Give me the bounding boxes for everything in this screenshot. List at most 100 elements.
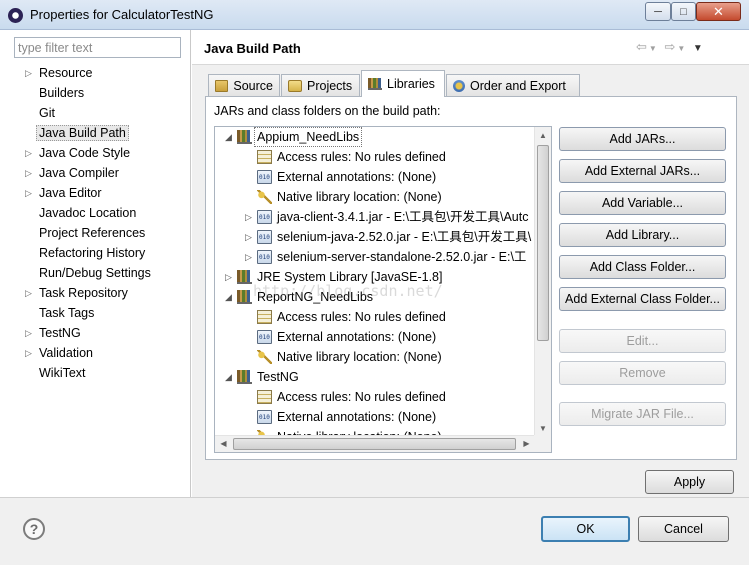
add-library-button[interactable]: Add Library... — [559, 223, 726, 247]
pref-item-javadoc-location[interactable]: Javadoc Location — [0, 203, 191, 223]
library-tree-row-label: Appium_NeedLibs — [254, 127, 363, 147]
expand-arrow-icon[interactable]: ▷ — [25, 163, 35, 183]
tab-order-and-export[interactable]: Order and Export — [446, 74, 580, 96]
access-rules-icon — [257, 150, 272, 164]
horizontal-scrollbar[interactable]: ◀ ▶ — [215, 435, 535, 452]
library-tree-row[interactable]: ▷ selenium-java-2.52.0.jar - E:\工具包\开发工具\ — [215, 227, 535, 247]
add-external-jars-button[interactable]: Add External JARs... — [559, 159, 726, 183]
page-navigation: ⇦▼ ⇨▼ ▼ — [636, 39, 705, 55]
library-tree-row-label: Access rules: No rules defined — [277, 150, 446, 164]
library-icon — [237, 270, 252, 284]
library-tree-row[interactable]: ▷ JRE System Library [JavaSE-1.8] — [215, 267, 535, 287]
apply-button[interactable]: Apply — [645, 470, 734, 494]
tab-projects[interactable]: Projects — [281, 74, 360, 96]
library-tree-row[interactable]: ◢ ReportNG_NeedLibs — [215, 287, 535, 307]
pref-item-refactoring-history[interactable]: Refactoring History — [0, 243, 191, 263]
remove-button[interactable]: Remove — [559, 361, 726, 385]
migrate-jar-file-button[interactable]: Migrate JAR File... — [559, 402, 726, 426]
library-tree-row[interactable]: Native library location: (None) — [215, 347, 535, 367]
pref-item-run-debug-settings[interactable]: Run/Debug Settings — [0, 263, 191, 283]
pref-item-builders[interactable]: Builders — [0, 83, 191, 103]
add-class-folder-button[interactable]: Add Class Folder... — [559, 255, 726, 279]
add-external-class-folder-button[interactable]: Add External Class Folder... — [559, 287, 726, 311]
pref-item-label: Java Code Style — [39, 146, 131, 160]
close-button[interactable]: ✕ — [696, 2, 741, 21]
view-menu-icon[interactable]: ▼ — [693, 43, 705, 54]
expand-arrow-icon[interactable]: ▷ — [245, 227, 255, 247]
library-tree-row[interactable]: External annotations: (None) — [215, 407, 535, 427]
pref-item-label: Task Repository — [39, 286, 128, 300]
ok-button[interactable]: OK — [541, 516, 630, 542]
expand-arrow-icon[interactable]: ▷ — [25, 183, 35, 203]
library-tree-row-label: java-client-3.4.1.jar - E:\工具包\开发工具\Autc — [277, 210, 529, 224]
forward-dropdown-icon[interactable]: ▼ — [677, 44, 687, 53]
expand-arrow-icon[interactable]: ▷ — [25, 143, 35, 163]
collapse-arrow-icon[interactable]: ◢ — [225, 367, 235, 387]
back-dropdown-icon[interactable]: ▼ — [649, 44, 659, 53]
page-header: Java Build Path ⇦▼ ⇨▼ ▼ — [192, 30, 749, 65]
pref-item-testng[interactable]: ▷ TestNG — [0, 323, 191, 343]
add-variable-button[interactable]: Add Variable... — [559, 191, 726, 215]
scroll-left-icon[interactable]: ◀ — [215, 436, 232, 452]
library-tree-row[interactable]: External annotations: (None) — [215, 327, 535, 347]
library-tree-row-label: Access rules: No rules defined — [277, 390, 446, 404]
library-tree-row-label: selenium-server-standalone-2.52.0.jar - … — [277, 250, 527, 264]
library-tree-row[interactable]: Access rules: No rules defined — [215, 387, 535, 407]
pref-item-label: Git — [39, 106, 55, 120]
library-tree-row[interactable]: ◢ TestNG — [215, 367, 535, 387]
jar-icon — [257, 230, 272, 244]
pref-item-java-build-path[interactable]: Java Build Path — [0, 123, 191, 143]
library-tree-row[interactable]: ▷ java-client-3.4.1.jar - E:\工具包\开发工具\Aut… — [215, 207, 535, 227]
pref-item-task-tags[interactable]: Task Tags — [0, 303, 191, 323]
expand-arrow-icon[interactable]: ▷ — [25, 343, 35, 363]
tab-libraries[interactable]: Libraries — [361, 70, 445, 97]
library-tree-row[interactable]: Access rules: No rules defined — [215, 147, 535, 167]
library-icon — [237, 130, 252, 144]
library-tree-row[interactable]: ◢ Appium_NeedLibs — [215, 127, 535, 147]
pref-item-validation[interactable]: ▷ Validation — [0, 343, 191, 363]
collapse-arrow-icon[interactable]: ◢ — [225, 287, 235, 307]
library-tree-row[interactable]: ▷ selenium-server-standalone-2.52.0.jar -… — [215, 247, 535, 267]
pref-item-java-compiler[interactable]: ▷ Java Compiler — [0, 163, 191, 183]
add-jars-button[interactable]: Add JARs... — [559, 127, 726, 151]
pref-item-label: Javadoc Location — [39, 206, 137, 220]
collapse-arrow-icon[interactable]: ◢ — [225, 127, 235, 147]
pref-item-wikitext[interactable]: WikiText — [0, 363, 191, 383]
back-arrow-icon[interactable]: ⇦ — [636, 39, 649, 55]
pref-item-java-editor[interactable]: ▷ Java Editor — [0, 183, 191, 203]
scrollbar-corner — [534, 435, 551, 452]
pref-item-git[interactable]: Git — [0, 103, 191, 123]
expand-arrow-icon[interactable]: ▷ — [245, 207, 255, 227]
expand-arrow-icon[interactable]: ▷ — [225, 267, 235, 287]
filter-input[interactable] — [14, 37, 181, 58]
forward-arrow-icon[interactable]: ⇨ — [664, 39, 677, 55]
library-tree-row[interactable]: External annotations: (None) — [215, 167, 535, 187]
help-icon[interactable]: ? — [23, 518, 45, 540]
preferences-tree: ▷ Resource Builders Git Java Build Path ▷ Java… — [0, 63, 191, 383]
horizontal-scroll-thumb[interactable] — [233, 438, 516, 450]
vertical-scrollbar[interactable]: ▲ ▼ — [534, 127, 551, 437]
vertical-scroll-thumb[interactable] — [537, 145, 549, 341]
library-tree-row[interactable]: Access rules: No rules defined — [215, 307, 535, 327]
minimize-button[interactable]: ─ — [645, 2, 671, 21]
cancel-button[interactable]: Cancel — [638, 516, 729, 542]
maximize-button[interactable]: □ — [671, 2, 696, 21]
tab-source[interactable]: Source — [208, 74, 280, 96]
property-page: Java Build Path ⇦▼ ⇨▼ ▼ Source Projects … — [192, 30, 749, 497]
pref-item-label: Refactoring History — [39, 246, 146, 260]
pref-item-task-repository[interactable]: ▷ Task Repository — [0, 283, 191, 303]
pref-item-resource[interactable]: ▷ Resource — [0, 63, 191, 83]
expand-arrow-icon[interactable]: ▷ — [25, 283, 35, 303]
pref-item-java-code-style[interactable]: ▷ Java Code Style — [0, 143, 191, 163]
scroll-up-icon[interactable]: ▲ — [535, 127, 551, 144]
library-tree-row-label: External annotations: (None) — [277, 330, 437, 344]
library-tree-row[interactable]: Native library location: (None) — [215, 187, 535, 207]
edit-button[interactable]: Edit... — [559, 329, 726, 353]
library-tree-row-label: Native library location: (None) — [277, 190, 442, 204]
expand-arrow-icon[interactable]: ▷ — [25, 323, 35, 343]
library-tree[interactable]: ◢ Appium_NeedLibs Access rules: No rules d… — [214, 126, 552, 453]
expand-arrow-icon[interactable]: ▷ — [25, 63, 35, 83]
scroll-right-icon[interactable]: ▶ — [518, 436, 535, 452]
expand-arrow-icon[interactable]: ▷ — [245, 247, 255, 267]
pref-item-project-references[interactable]: Project References — [0, 223, 191, 243]
